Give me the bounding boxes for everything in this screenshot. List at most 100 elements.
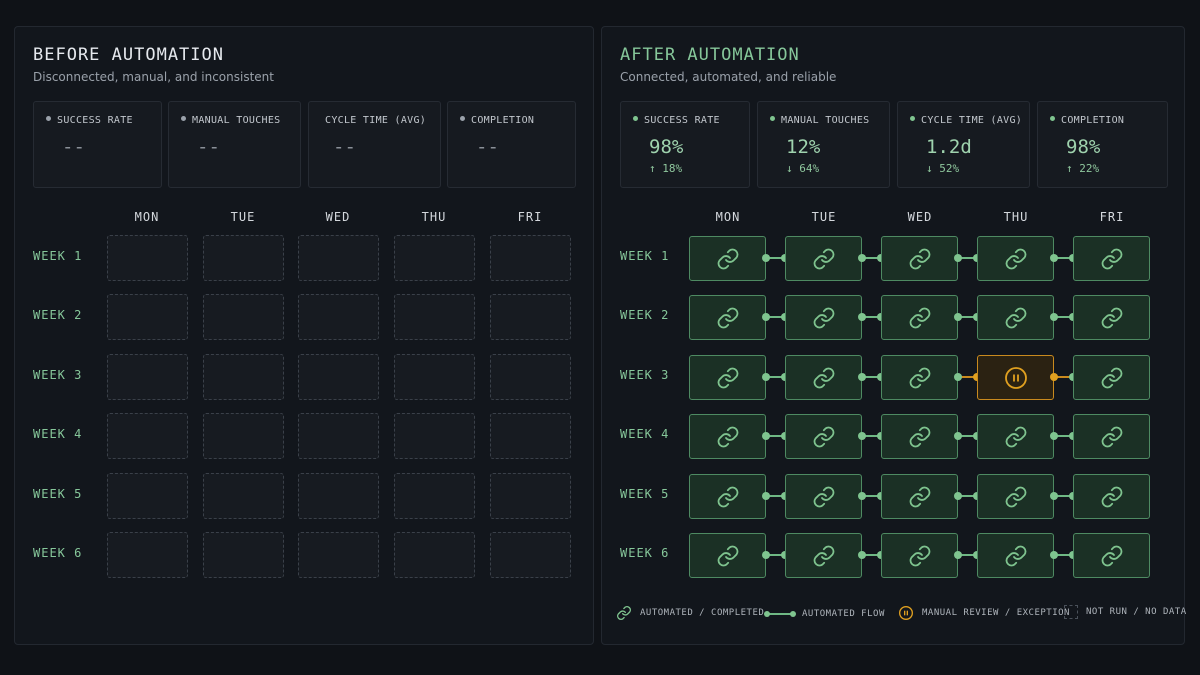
automated-cell[interactable] <box>881 414 958 459</box>
status-dot-icon <box>181 116 186 121</box>
automated-cell[interactable] <box>689 474 766 519</box>
automated-cell[interactable] <box>1073 295 1150 340</box>
link-icon <box>908 247 932 271</box>
day-label-tue: TUE <box>811 210 837 224</box>
automated-cell[interactable] <box>689 414 766 459</box>
legend-item-completed: AUTOMATED / COMPLETED <box>616 605 764 621</box>
stat-label: SUCCESS RATE <box>57 115 133 126</box>
status-dot-icon <box>46 116 51 121</box>
empty-cell <box>107 413 188 459</box>
automated-cell[interactable] <box>1073 236 1150 281</box>
before-automation-panel: BEFORE AUTOMATION Disconnected, manual, … <box>14 26 594 645</box>
automated-cell[interactable] <box>785 474 862 519</box>
automated-cell[interactable] <box>689 236 766 281</box>
link-icon <box>812 306 836 330</box>
automated-cell[interactable] <box>785 355 862 400</box>
empty-cell <box>107 354 188 400</box>
manual-review-cell[interactable] <box>977 355 1054 400</box>
automated-cell[interactable] <box>1073 533 1150 578</box>
stat-label: COMPLETION <box>471 115 535 126</box>
week-label-5: WEEK 5 <box>33 487 83 501</box>
status-dot-icon <box>770 116 775 121</box>
link-icon <box>1100 544 1124 568</box>
link-icon <box>716 544 740 568</box>
empty-cell <box>490 235 571 281</box>
before-title: BEFORE AUTOMATION <box>33 45 224 65</box>
legend-label: MANUAL REVIEW / EXCEPTION <box>922 608 1070 618</box>
automated-cell[interactable] <box>1073 474 1150 519</box>
empty-cell <box>203 235 284 281</box>
stat-value: -- <box>476 136 499 158</box>
link-icon <box>908 485 932 509</box>
stat-value: -- <box>62 136 85 158</box>
week-label-1: WEEK 1 <box>33 249 83 263</box>
link-icon <box>1100 247 1124 271</box>
link-icon <box>1004 425 1028 449</box>
flow-connector <box>858 492 885 500</box>
link-icon <box>812 485 836 509</box>
empty-cell <box>298 473 379 519</box>
empty-cell <box>298 413 379 459</box>
automated-cell[interactable] <box>881 355 958 400</box>
automated-cell[interactable] <box>881 295 958 340</box>
flow-connector <box>1050 313 1077 321</box>
pause-icon <box>898 605 914 621</box>
week-label-6: WEEK 6 <box>33 546 83 560</box>
automated-cell[interactable] <box>881 236 958 281</box>
empty-cell <box>107 235 188 281</box>
automated-cell[interactable] <box>881 533 958 578</box>
empty-cell <box>394 473 475 519</box>
before-stat-manual-touches: MANUAL TOUCHES -- <box>168 101 301 188</box>
automated-cell[interactable] <box>689 355 766 400</box>
automated-cell[interactable] <box>785 295 862 340</box>
automated-cell[interactable] <box>1073 355 1150 400</box>
day-label-fri: FRI <box>1099 210 1125 224</box>
before-subtitle: Disconnected, manual, and inconsistent <box>33 70 274 84</box>
link-icon <box>908 306 932 330</box>
automated-cell[interactable] <box>1073 414 1150 459</box>
flow-connector <box>762 254 789 262</box>
empty-cell <box>107 294 188 340</box>
automated-cell[interactable] <box>881 474 958 519</box>
week-label-5: WEEK 5 <box>620 487 670 501</box>
empty-cell <box>298 294 379 340</box>
after-stat-success-rate: SUCCESS RATE 98% ↑ 18% <box>620 101 750 188</box>
stat-label: CYCLE TIME (AVG) <box>921 115 1023 126</box>
week-label-3: WEEK 3 <box>620 368 670 382</box>
status-dot-icon <box>1050 116 1055 121</box>
automated-cell[interactable] <box>977 236 1054 281</box>
stat-delta: ↑ 18% <box>649 162 683 175</box>
flow-connector <box>858 313 885 321</box>
flow-connector <box>1050 432 1077 440</box>
automated-cell[interactable] <box>785 414 862 459</box>
automated-cell[interactable] <box>785 533 862 578</box>
week-label-2: WEEK 2 <box>620 308 670 322</box>
automated-cell[interactable] <box>977 474 1054 519</box>
flow-connector <box>954 551 981 559</box>
empty-cell <box>490 473 571 519</box>
automated-cell[interactable] <box>689 533 766 578</box>
automated-cell[interactable] <box>689 295 766 340</box>
flow-connector <box>858 432 885 440</box>
status-dot-icon <box>910 116 915 121</box>
stat-value: -- <box>333 136 356 158</box>
legend-item-not-run: NOT RUN / NO DATA <box>1064 605 1187 619</box>
link-icon <box>1100 425 1124 449</box>
link-icon <box>1100 366 1124 390</box>
day-label-fri: FRI <box>517 210 543 224</box>
after-title: AFTER AUTOMATION <box>620 45 800 65</box>
link-icon <box>812 425 836 449</box>
week-label-6: WEEK 6 <box>620 546 670 560</box>
week-label-2: WEEK 2 <box>33 308 83 322</box>
automated-cell[interactable] <box>977 295 1054 340</box>
flow-connector <box>1050 373 1077 381</box>
flow-connector <box>858 551 885 559</box>
stat-value: 98% <box>649 136 684 158</box>
empty-cell <box>394 532 475 578</box>
flow-connector <box>954 492 981 500</box>
automated-cell[interactable] <box>785 236 862 281</box>
flow-connector <box>954 432 981 440</box>
automated-cell[interactable] <box>977 533 1054 578</box>
automated-cell[interactable] <box>977 414 1054 459</box>
stat-delta: ↑ 22% <box>1066 162 1100 175</box>
